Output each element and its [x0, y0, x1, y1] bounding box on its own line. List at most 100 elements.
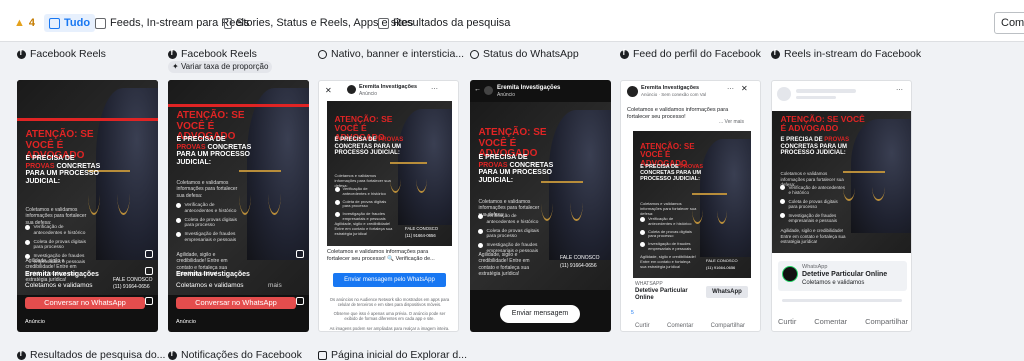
facebook-icon	[17, 349, 26, 360]
close-icon[interactable]: ✕	[741, 84, 748, 93]
checklist-item: Investigação de fraudes empresariais e p…	[640, 241, 694, 252]
send-whatsapp-button[interactable]: Enviar mensagem pelo WhatsApp	[333, 273, 446, 287]
ad-closing-text: Agilidade, sigilo e credibilidade! Entre…	[780, 228, 846, 245]
preview-card-whatsapp-status[interactable]: ← Eremita Investigações Anúncio ATENÇÃO:…	[470, 80, 611, 332]
contact-label: FALE CONOSCO	[405, 226, 439, 231]
preview-card-instream-reels[interactable]: ⋯ ATENÇÃO: SE VOCÊ É ADVOGADO E PRECISA …	[771, 80, 912, 332]
comment-button[interactable]: Comentar	[667, 323, 693, 329]
scale-of-justice-icon	[389, 161, 427, 193]
share-button[interactable]: Compartilhar	[711, 323, 745, 329]
placeholder-avatar	[777, 87, 791, 101]
facebook-icon	[771, 48, 780, 59]
filter-all[interactable]: Tudo	[44, 14, 96, 32]
contact-phone: (11) 91664-0656	[706, 265, 736, 270]
back-arrow-icon[interactable]: ←	[474, 86, 481, 93]
placeholder-line	[796, 96, 836, 99]
ad-intro-text: Coletamos e validamos informações para f…	[176, 180, 238, 199]
share-icon[interactable]	[145, 297, 153, 305]
comment-button[interactable]: Comentar	[814, 317, 847, 326]
comment-icon[interactable]	[145, 267, 153, 275]
column-title: Nativo, banner e intersticia...	[331, 48, 465, 60]
ad-caption: Coletamos e validamos	[25, 282, 93, 289]
whatsapp-cta-button[interactable]: Conversar no WhatsApp	[176, 297, 296, 309]
checklist-item: Verificação de antecedentes e histórico	[176, 203, 241, 215]
more-options-icon[interactable]: ⋯	[431, 85, 438, 93]
subheadline-highlight: PROVAS	[176, 143, 206, 151]
see-more-link[interactable]: ... Ver mais	[719, 119, 744, 125]
ad-checklist: Verificação de antecedentes e histórico …	[640, 216, 694, 255]
post-actions: Curtir Comentar Compartilhar	[635, 323, 745, 329]
filter-search-label: Resultados da pesquisa	[393, 17, 511, 29]
warning-count: 4	[28, 17, 36, 29]
more-options-icon[interactable]: ⋯	[896, 86, 903, 94]
facebook-icon	[17, 48, 26, 59]
ad-subheadline: E PRECISA DE PROVAS CONCRETAS PARA UM PR…	[780, 137, 858, 157]
whatsapp-card[interactable]: WhatsApp Detetive Particular Online Cole…	[778, 261, 907, 291]
like-icon[interactable]	[296, 250, 304, 258]
whatsapp-cta-button[interactable]: Conversar no WhatsApp	[25, 297, 145, 309]
ad-creative-image: ATENÇÃO: SE VOCÊ É ADVOGADO E PRECISA DE…	[772, 111, 911, 253]
contact-phone: (11) 91664-0656	[113, 284, 150, 290]
subheadline-highlight: PROVAS	[478, 161, 508, 169]
subheadline-part: CONCRETAS PARA UM PROCESSO JUDICIAL:	[640, 170, 702, 183]
filter-search[interactable]: Resultados da pesquisa	[378, 14, 510, 32]
column-title: Facebook Reels	[181, 48, 257, 60]
close-icon[interactable]: ✕	[325, 86, 332, 95]
column-header-facebook-reels: Facebook Reels	[17, 48, 106, 60]
see-more-link[interactable]: mais	[268, 282, 282, 289]
send-message-button[interactable]: Enviar mensagem	[500, 305, 580, 323]
contact-label: FALE CONOSCO	[560, 255, 600, 261]
ad-creative-image: ATENÇÃO: SE VOCÊ É ADVOGADO E PRECISA DE…	[17, 80, 158, 295]
column-title: Resultados de pesquisa do...	[30, 349, 166, 361]
post-actions: Curtir Comentar Compartilhar	[778, 317, 908, 326]
like-button[interactable]: Curtir	[635, 323, 650, 329]
column-title: Reels in-stream do Facebook	[784, 48, 922, 60]
like-icon[interactable]	[145, 250, 153, 258]
ad-caption: Coletamos e validamos	[802, 280, 865, 286]
advertiser-avatar	[484, 86, 493, 95]
contact-label: FALE CONOSCO	[706, 258, 738, 263]
share-button[interactable]: Compartilhar	[865, 317, 908, 326]
aspect-ratio-tag[interactable]: ✦ Variar taxa de proporção	[168, 61, 273, 73]
preview-card-native[interactable]: ✕ Eremita Investigações Anúncio ⋯ ATENÇÃ…	[318, 80, 459, 332]
checklist-item: Coleta de provas digitais para processo	[478, 228, 543, 241]
whatsapp-label: WHATSAPP	[635, 281, 663, 287]
ad-subheadline: E PRECISA DE PROVAS CONCRETAS PARA UM PR…	[176, 136, 254, 167]
whatsapp-button[interactable]: WhatsApp	[706, 286, 748, 298]
whatsapp-icon	[470, 49, 479, 59]
checklist-item: Coleta de provas digitais para processo	[25, 239, 90, 252]
like-button[interactable]: Curtir	[778, 317, 796, 326]
share-icon[interactable]	[296, 297, 304, 305]
compare-button[interactable]: Comp	[994, 12, 1024, 34]
instagram-icon	[318, 350, 327, 360]
advertiser-avatar	[347, 85, 356, 94]
scale-of-justice-icon	[238, 170, 282, 216]
advertiser-name: Eremita Investigações	[497, 85, 561, 91]
preview-card-facebook-reels[interactable]: ATENÇÃO: SE VOCÊ É ADVOGADO E PRECISA DE…	[17, 80, 158, 332]
aspect-ratio-label: Variar taxa de proporção	[180, 62, 269, 71]
warnings-filter[interactable]: ▲ 4	[14, 14, 35, 32]
column-header-notifications: Notificações do Facebook	[168, 349, 302, 361]
more-options-icon[interactable]: ⋯	[727, 85, 734, 93]
subheadline-part: CONCRETAS PARA UM PROCESSO JUDICIAL:	[334, 143, 402, 157]
checklist-item: Verificação de antecedentes e histórico	[640, 216, 694, 227]
advertiser-name[interactable]: Eremita Investigações	[176, 271, 250, 278]
contact-label: FALE CONOSCO	[113, 277, 153, 283]
contact-phone: (11) 91664-0656	[405, 233, 436, 238]
ad-subheadline: E PRECISA DE PROVAS CONCRETAS PARA UM PR…	[478, 154, 556, 185]
ad-headline-text: ATENÇÃO: SE VOCÊ É ADVOGADO	[780, 114, 865, 133]
ad-intro-text: Coletamos e validamos informações para f…	[25, 207, 87, 226]
ad-closing-text: Agilidade, sigilo e credibilidade! Entre…	[640, 254, 696, 269]
search-results-icon	[378, 17, 389, 29]
ad-checklist: Verificação de antecedentes e histórico …	[176, 203, 241, 247]
business-name: Detetive Particular Online	[635, 288, 688, 301]
advertiser-name: Eremita Investigações	[641, 85, 700, 91]
accent-bar	[168, 104, 309, 107]
advertiser-name[interactable]: Eremita Investigações	[25, 271, 99, 278]
checklist-item: Investigação de fraudes empresariais e p…	[780, 212, 845, 224]
ad-subheadline: E PRECISA DE PROVAS CONCRETAS PARA UM PR…	[335, 137, 408, 157]
scale-of-justice-icon	[540, 180, 584, 221]
preview-card-facebook-reels-ratio[interactable]: ATENÇÃO: SE VOCÊ É ADVOGADO E PRECISA DE…	[168, 80, 309, 332]
all-placements-icon	[49, 17, 60, 29]
preview-card-profile-feed[interactable]: Eremita Investigações Anúncio · Sem cone…	[620, 80, 761, 332]
